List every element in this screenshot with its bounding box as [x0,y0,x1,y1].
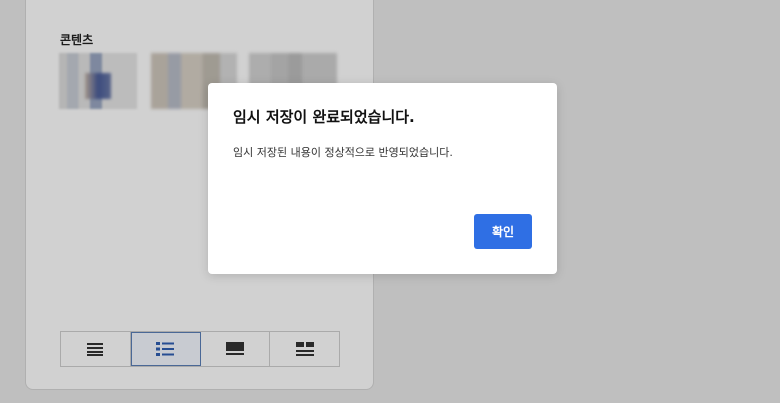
dialog-message: 임시 저장된 내용이 정상적으로 반영되었습니다. [233,146,453,159]
dialog-title: 임시 저장이 완료되었습니다. [233,108,415,126]
confirm-button[interactable]: 확인 [474,214,532,249]
page: 콘텐츠 임시 저장이 완료되었습니다. 임시 저장된 내용이 정상적으로 반영되… [0,0,780,403]
save-complete-dialog: 임시 저장이 완료되었습니다. 임시 저장된 내용이 정상적으로 반영되었습니다… [208,83,557,274]
